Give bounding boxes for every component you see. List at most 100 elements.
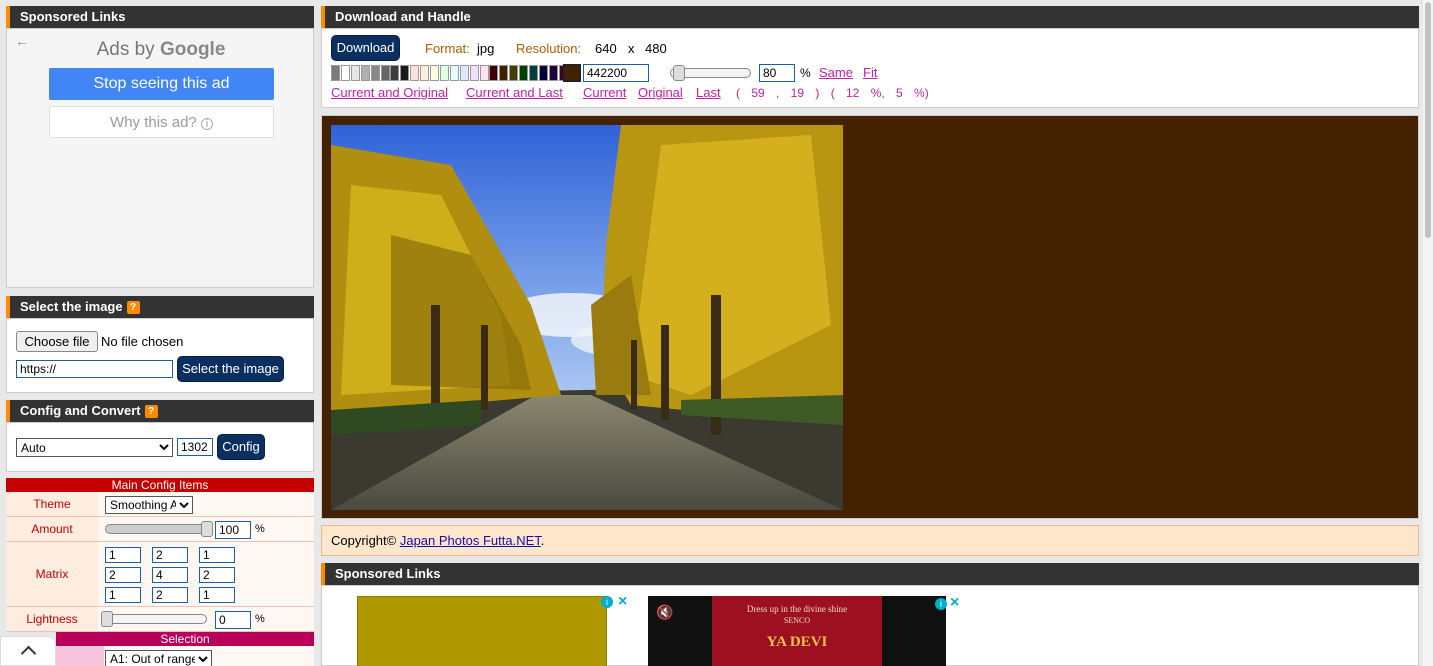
choose-file-button[interactable]: Choose file [16, 331, 98, 352]
current-and-original-link[interactable]: Current and Original [331, 85, 448, 100]
select-image-button[interactable]: Select the image [177, 356, 284, 382]
matrix-cell[interactable]: 1 [199, 547, 235, 563]
copyright-link[interactable]: Japan Photos Futta.NET [400, 533, 541, 548]
color-swatch[interactable] [360, 65, 370, 81]
select-image-header: Select the image? [6, 296, 314, 318]
matrix-cell[interactable]: 2 [152, 547, 188, 563]
matrix-cell[interactable]: 1 [105, 587, 141, 603]
adchoices-icon[interactable]: i [935, 598, 947, 610]
matrix-cell[interactable]: 4 [152, 567, 188, 583]
current-color-swatch[interactable] [563, 64, 581, 82]
sponsored-ads-right: i × Dress up in the divine shine SENCO Y… [321, 585, 1419, 666]
color-swatch[interactable] [331, 65, 340, 81]
current-and-last-link[interactable]: Current and Last [466, 85, 563, 100]
image-canvas[interactable] [321, 115, 1419, 519]
matrix-label: Matrix [6, 542, 98, 607]
sponsored-links-header-right: Sponsored Links [321, 563, 1419, 585]
amount-unit: % [255, 523, 265, 535]
selection-header: Selection [56, 632, 314, 646]
resolution-label: Resolution: [516, 41, 582, 56]
convert-mode-select[interactable]: Auto [16, 438, 173, 457]
copyright-bar: Copyright© Japan Photos Futta.NET. [321, 525, 1419, 556]
color-swatch[interactable] [548, 65, 558, 81]
zoom-input[interactable] [759, 64, 795, 82]
lightness-slider-thumb[interactable] [101, 611, 113, 627]
page-scrollbar-thumb[interactable] [1425, 2, 1431, 238]
ads-by-google: Ads by Google [96, 39, 226, 60]
matrix-cell[interactable]: 2 [152, 587, 188, 603]
ad-brand: SENCO [783, 616, 811, 625]
color-swatch[interactable] [400, 65, 410, 81]
same-link[interactable]: Same [819, 65, 853, 80]
color-swatch[interactable] [538, 65, 548, 81]
color-swatch[interactable] [479, 65, 489, 81]
amount-slider[interactable] [105, 524, 213, 534]
amount-input[interactable] [215, 521, 251, 539]
ad-logo: YA DEVI [766, 634, 828, 650]
selection-select[interactable]: A1: Out of range [105, 650, 212, 666]
color-swatch[interactable] [380, 65, 390, 81]
stop-seeing-ad-button[interactable]: Stop seeing this ad [49, 68, 274, 100]
matrix-cell[interactable]: 1 [105, 547, 141, 563]
help-icon[interactable]: ? [144, 405, 158, 418]
fit-link[interactable]: Fit [863, 65, 877, 80]
ad-video[interactable]: Dress up in the divine shine SENCO YA DE… [648, 596, 946, 666]
color-swatch[interactable] [469, 65, 479, 81]
muted-speaker-icon[interactable]: 🔇 [656, 604, 673, 621]
color-swatch[interactable] [439, 65, 449, 81]
color-swatch[interactable] [499, 65, 509, 81]
zoom-unit: % [800, 66, 811, 80]
sponsored-ad-box-left: ← Ads by Google Stop seeing this ad Why … [6, 28, 314, 288]
lightness-row: % [98, 607, 314, 632]
close-ad-icon[interactable]: × [618, 593, 627, 611]
color-hex-input[interactable] [583, 64, 649, 82]
color-swatch[interactable] [410, 65, 420, 81]
download-button[interactable]: Download [331, 35, 400, 61]
help-icon[interactable]: ? [126, 301, 140, 314]
pixel-coordinates: ( 59 , 19 ) ( 12 %, 5 %) [736, 86, 929, 100]
color-swatch[interactable] [449, 65, 459, 81]
ad-tagline: Dress up in the divine shine [746, 604, 848, 614]
color-swatch[interactable] [350, 65, 360, 81]
color-swatch[interactable] [489, 65, 499, 81]
config-button[interactable]: Config [217, 434, 265, 460]
color-swatch[interactable] [459, 65, 469, 81]
lightness-input[interactable] [215, 611, 251, 629]
current-link[interactable]: Current [583, 85, 626, 100]
why-this-ad-button[interactable]: Why this ad? i [49, 106, 274, 138]
info-icon: i [200, 118, 213, 130]
resolution-x: x [628, 41, 635, 56]
format-value: jpg [477, 41, 495, 56]
ad-banner-olive[interactable] [357, 596, 607, 666]
color-swatch[interactable] [420, 65, 430, 81]
close-ad-icon[interactable]: × [950, 594, 959, 612]
matrix-cell[interactable]: 2 [199, 567, 235, 583]
adchoices-icon[interactable]: i [601, 596, 613, 608]
lightness-slider[interactable] [101, 614, 207, 624]
theme-select[interactable]: Smoothing A [105, 496, 193, 514]
resolution-width: 640 [595, 41, 617, 56]
amount-row: % [98, 517, 314, 542]
original-link[interactable]: Original [638, 85, 683, 100]
color-swatch[interactable] [529, 65, 538, 81]
zoom-slider-thumb[interactable] [673, 65, 685, 81]
theme-row: Smoothing A [98, 492, 314, 517]
size-input[interactable] [177, 438, 213, 456]
image-url-input[interactable] [16, 360, 173, 378]
matrix-row: 1 2 1 2 4 2 1 2 1 [98, 542, 314, 607]
chevron-up-icon [20, 645, 36, 662]
matrix-cell[interactable]: 1 [199, 587, 235, 603]
color-swatch[interactable] [509, 65, 519, 81]
color-swatch[interactable] [519, 65, 529, 81]
preview-photo [331, 125, 843, 510]
color-swatch[interactable] [390, 65, 400, 81]
scroll-up-button[interactable] [0, 636, 56, 666]
amount-slider-thumb[interactable] [201, 521, 213, 537]
color-swatch[interactable] [430, 65, 439, 81]
color-swatch[interactable] [370, 65, 380, 81]
page-scrollbar[interactable] [1423, 0, 1433, 666]
matrix-cell[interactable]: 2 [105, 567, 141, 583]
resolution-height: 480 [645, 41, 667, 56]
color-swatch[interactable] [340, 65, 350, 81]
last-link[interactable]: Last [696, 85, 721, 100]
